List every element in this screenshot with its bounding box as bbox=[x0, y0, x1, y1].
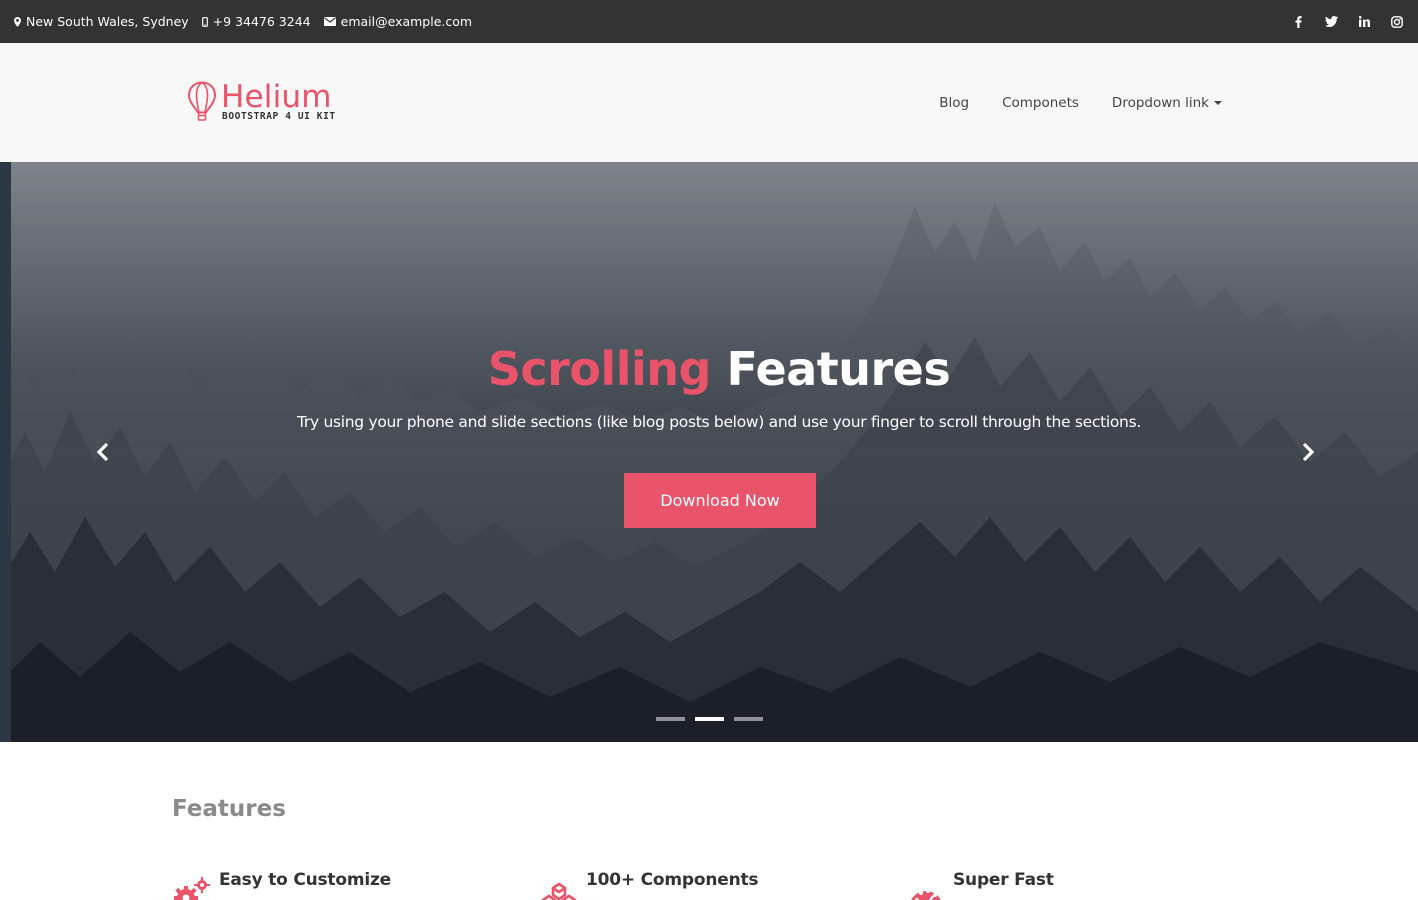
carousel-indicator-3[interactable] bbox=[734, 717, 763, 721]
features-section: Features Easy to Customize 100+ Componen… bbox=[0, 742, 1418, 900]
logo-text: Helium BOOTSTRAP 4 UI KIT bbox=[221, 81, 336, 122]
hero-title-accent: Scrolling bbox=[487, 342, 712, 396]
brand-name: Helium bbox=[221, 79, 332, 115]
gears-icon bbox=[174, 877, 210, 900]
carousel-next-button[interactable] bbox=[1296, 440, 1320, 464]
linkedin-icon[interactable] bbox=[1357, 15, 1371, 29]
envelope-icon bbox=[323, 17, 336, 26]
chevron-left-icon bbox=[96, 442, 109, 462]
download-now-button[interactable]: Download Now bbox=[624, 473, 816, 528]
site-header: Helium BOOTSTRAP 4 UI KIT Blog Componets… bbox=[0, 43, 1418, 162]
feature-item-components: 100+ Components bbox=[539, 870, 759, 900]
social-links bbox=[1272, 0, 1404, 43]
mobile-phone-icon bbox=[201, 16, 208, 27]
feature-title: Super Fast bbox=[953, 870, 1054, 890]
top-contact-bar: New South Wales, Sydney +9 34476 3244 em… bbox=[0, 0, 1418, 43]
phone-item[interactable]: +9 34476 3244 bbox=[201, 14, 311, 29]
hot-air-balloon-icon bbox=[187, 81, 217, 121]
email-text: email@example.com bbox=[340, 14, 473, 29]
caret-down-icon bbox=[1214, 100, 1222, 105]
hero-overlay bbox=[0, 162, 1418, 742]
location-item: New South Wales, Sydney bbox=[14, 14, 189, 29]
hero-title-main: Features bbox=[726, 342, 951, 396]
twitter-icon[interactable] bbox=[1324, 15, 1338, 29]
carousel-indicators bbox=[656, 717, 773, 721]
contact-info: New South Wales, Sydney +9 34476 3244 em… bbox=[14, 0, 485, 43]
carousel-edge-strip bbox=[0, 162, 11, 742]
nav-link-blog[interactable]: Blog bbox=[939, 95, 969, 111]
nav-dropdown-link[interactable]: Dropdown link bbox=[1112, 95, 1222, 111]
chevron-right-icon bbox=[1302, 442, 1315, 462]
instagram-icon[interactable] bbox=[1390, 15, 1404, 29]
features-section-title: Features bbox=[172, 796, 286, 822]
location-text: New South Wales, Sydney bbox=[26, 14, 189, 29]
email-item[interactable]: email@example.com bbox=[323, 14, 473, 29]
brand-tagline: BOOTSTRAP 4 UI KIT bbox=[222, 111, 336, 122]
nav-dropdown-label: Dropdown link bbox=[1111, 94, 1209, 111]
feature-item-customize: Easy to Customize bbox=[172, 870, 391, 900]
speedometer-icon bbox=[911, 889, 941, 900]
carousel-indicator-1[interactable] bbox=[656, 717, 685, 721]
main-navigation: Blog Componets Dropdown link bbox=[906, 43, 1222, 162]
cubes-icon bbox=[541, 882, 577, 900]
feature-title: Easy to Customize bbox=[219, 870, 391, 890]
map-marker-icon bbox=[14, 16, 21, 27]
brand-logo[interactable]: Helium BOOTSTRAP 4 UI KIT bbox=[187, 81, 336, 125]
phone-text: +9 34476 3244 bbox=[212, 14, 311, 29]
feature-item-super-fast: Super Fast bbox=[906, 870, 1054, 900]
hero-title: Scrolling Features bbox=[0, 342, 1418, 396]
nav-link-componets[interactable]: Componets bbox=[1002, 95, 1079, 111]
carousel-prev-button[interactable] bbox=[91, 440, 115, 464]
hero-carousel: Scrolling Features Try using your phone … bbox=[0, 162, 1418, 742]
hero-subtitle: Try using your phone and slide sections … bbox=[297, 413, 1141, 431]
facebook-icon[interactable] bbox=[1291, 15, 1305, 29]
carousel-indicator-2[interactable] bbox=[695, 717, 724, 721]
feature-title: 100+ Components bbox=[586, 870, 759, 890]
